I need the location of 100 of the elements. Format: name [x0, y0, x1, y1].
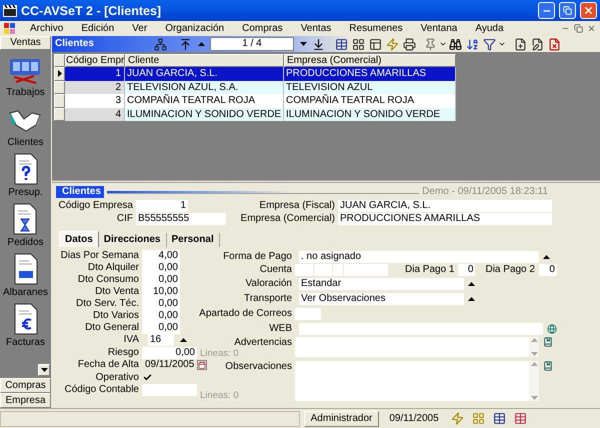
- table-cell[interactable]: 1: [65, 67, 125, 80]
- text-field[interactable]: PRODUCCIONES AMARILLAS: [338, 213, 552, 225]
- menu-item[interactable]: Organización: [156, 22, 234, 34]
- dropdown-icon[interactable]: [543, 254, 550, 258]
- down-arrow-icon[interactable]: [40, 368, 48, 372]
- column-header[interactable]: Empresa (Comercial): [284, 54, 456, 67]
- menu-item[interactable]: Ayuda: [466, 22, 513, 34]
- date-field[interactable]: 09/11/2005: [145, 359, 194, 372]
- text-field[interactable]: 4,00: [142, 250, 180, 262]
- table-cell[interactable]: TELEVISION AZUL, S.A.: [125, 80, 284, 94]
- sidebar-item[interactable]: Presup.: [8, 187, 43, 199]
- printer-icon[interactable]: [401, 36, 418, 52]
- checkbox[interactable]: [142, 372, 152, 383]
- memo-field[interactable]: [295, 337, 539, 357]
- book-icon[interactable]: [543, 361, 553, 371]
- menu-item[interactable]: Edición: [72, 22, 124, 34]
- previous-arrow-icon[interactable]: [198, 42, 204, 46]
- table-cell[interactable]: PRODUCCIONES AMARILLAS: [284, 67, 456, 80]
- text-field[interactable]: . no asignado: [299, 250, 539, 262]
- table-cell[interactable]: ILUMINACION Y SONIDO VERDE: [125, 108, 284, 121]
- form-icon[interactable]: [367, 36, 384, 52]
- binoculars-icon[interactable]: [447, 36, 464, 52]
- text-field[interactable]: 0,00: [142, 262, 180, 274]
- sidebar-item[interactable]: Clientes: [7, 137, 44, 149]
- dropdown-icon[interactable]: [180, 338, 187, 342]
- table-cell[interactable]: 4: [65, 108, 125, 121]
- text-field[interactable]: 0,00: [142, 298, 180, 310]
- table-cell[interactable]: COMPAÑIA TEATRAL ROJA: [125, 94, 284, 108]
- tab[interactable]: Direcciones: [98, 233, 166, 247]
- text-field[interactable]: [299, 322, 543, 334]
- restore-icon[interactable]: [574, 24, 583, 33]
- text-field[interactable]: [314, 264, 332, 276]
- book-icon[interactable]: [543, 337, 553, 347]
- field-label: Código Contable: [64, 384, 140, 396]
- table-cell[interactable]: TELEVISION AZUL: [284, 80, 456, 94]
- next-arrow-icon[interactable]: [300, 42, 306, 46]
- calendar-icon[interactable]: [197, 360, 208, 370]
- text-field[interactable]: Estandar: [299, 278, 464, 290]
- minimize-button[interactable]: [538, 2, 555, 19]
- tab[interactable]: Personal: [166, 233, 220, 247]
- text-field[interactable]: [295, 308, 321, 320]
- table-cell[interactable]: 3: [65, 94, 125, 108]
- text-field[interactable]: [333, 264, 343, 276]
- calendar-grid-icon[interactable]: [491, 411, 508, 426]
- table-cell[interactable]: ILUMINACION Y SONIDO VERDE: [284, 108, 456, 121]
- sidebar-item[interactable]: Pedidos: [7, 237, 44, 249]
- lightning-icon[interactable]: [449, 411, 466, 426]
- column-header[interactable]: Cliente: [125, 54, 284, 67]
- tree-icon[interactable]: [152, 36, 169, 52]
- close-button[interactable]: [580, 2, 597, 19]
- caret-icon[interactable]: [439, 40, 447, 48]
- text-field[interactable]: 1: [136, 200, 188, 212]
- text-field[interactable]: Ver Observaciones: [299, 292, 464, 304]
- globe-icon[interactable]: [547, 324, 557, 334]
- menu-item[interactable]: Compras: [233, 22, 292, 34]
- menu-item[interactable]: Resumenes: [340, 22, 412, 34]
- text-field[interactable]: 0,00: [142, 310, 180, 322]
- sidebar-section[interactable]: Empresa: [0, 393, 51, 408]
- scroll-down-button[interactable]: [38, 364, 50, 376]
- dropdown-icon[interactable]: [468, 296, 475, 300]
- table-cell[interactable]: COMPAÑIA TEATRAL ROJA: [284, 94, 456, 108]
- filter-icon[interactable]: [481, 36, 498, 52]
- row-indicator[interactable]: [54, 67, 65, 80]
- menu-item[interactable]: Archivo: [21, 22, 72, 34]
- text-field[interactable]: 0,00: [142, 274, 180, 286]
- sidebar-item[interactable]: Albaranes: [2, 287, 48, 299]
- text-field[interactable]: 0,00: [142, 346, 197, 359]
- question-document-icon[interactable]: [12, 153, 40, 185]
- column-header[interactable]: Código Empr: [65, 54, 125, 67]
- text-field[interactable]: 0: [538, 264, 557, 276]
- memo-field[interactable]: [295, 361, 539, 401]
- dropdown-icon[interactable]: [468, 282, 475, 286]
- menu-item[interactable]: Ventana: [412, 22, 466, 34]
- tab[interactable]: Datos: [59, 231, 99, 247]
- text-field[interactable]: 10,00: [142, 286, 180, 298]
- text-field[interactable]: 0: [458, 264, 476, 276]
- text-field[interactable]: [142, 384, 197, 396]
- table-icon[interactable]: [333, 36, 350, 52]
- sidebar-item[interactable]: Facturas: [6, 337, 45, 349]
- text-field[interactable]: 0,00: [142, 322, 180, 334]
- text-field[interactable]: 16: [148, 334, 174, 346]
- menu-item[interactable]: Ver: [123, 22, 156, 34]
- hourglass-document-icon[interactable]: [11, 203, 40, 235]
- table-cell[interactable]: JUAN GARCIA, S.L.: [125, 67, 284, 80]
- text-field[interactable]: [295, 264, 313, 276]
- sidebar-header[interactable]: Ventas: [0, 36, 51, 50]
- schedule-icon[interactable]: [512, 411, 529, 426]
- table-cell[interactable]: 2: [65, 80, 125, 94]
- text-field[interactable]: B55555555: [136, 213, 226, 225]
- text-field[interactable]: [344, 264, 388, 276]
- euro-document-icon[interactable]: [12, 303, 40, 335]
- restore-button[interactable]: [559, 2, 576, 19]
- text-field[interactable]: JUAN GARCIA, S.L.: [338, 200, 552, 212]
- menu-item[interactable]: Ventas: [292, 22, 340, 34]
- field-label: Dto Serv. Téc.: [75, 298, 140, 310]
- sidebar-section[interactable]: Compras: [0, 378, 51, 393]
- sidebar-item[interactable]: Trabajos: [6, 87, 45, 99]
- close-icon[interactable]: [587, 24, 596, 33]
- caret-icon[interactable]: [498, 40, 506, 48]
- grid-icon[interactable]: [350, 36, 367, 52]
